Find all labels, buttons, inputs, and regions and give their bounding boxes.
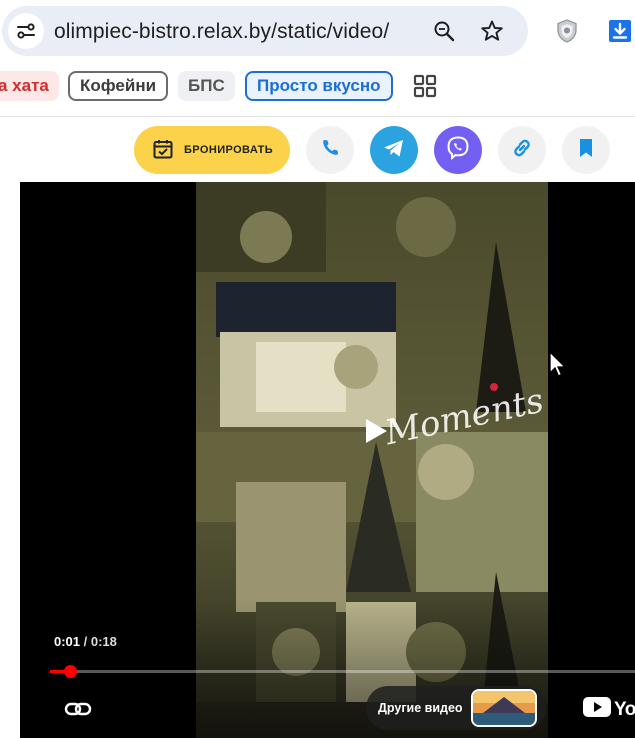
address-bar[interactable]: olimpiec-bistro.relax.by/static/video/	[2, 6, 528, 56]
more-videos-button[interactable]: Другие видео	[366, 686, 546, 730]
bookmarks-bar: а хата Кофейни БПС Просто вкусно	[0, 62, 635, 112]
shield-extension-icon[interactable]	[553, 17, 581, 45]
mouse-cursor-icon	[549, 350, 567, 379]
duration: 0:18	[90, 634, 117, 649]
telegram-button[interactable]	[370, 126, 418, 174]
url-text[interactable]: olimpiec-bistro.relax.by/static/video/	[54, 20, 389, 44]
book-button-label: БРОНИРОВАТЬ	[184, 144, 274, 156]
apps-grid-icon[interactable]	[412, 73, 438, 99]
phone-icon	[319, 137, 341, 164]
link-icon	[511, 137, 533, 164]
download-icon[interactable]	[606, 17, 634, 45]
telegram-icon	[381, 135, 407, 166]
viber-icon	[444, 134, 472, 167]
phone-button[interactable]	[306, 126, 354, 174]
progress-scrubber[interactable]	[64, 665, 77, 678]
time-separator: /	[80, 634, 91, 649]
copy-link-icon[interactable]	[64, 698, 92, 720]
more-videos-thumbnail	[470, 689, 537, 727]
bookmark-chip-prosto-vkusno[interactable]: Просто вкусно	[245, 71, 393, 101]
calendar-check-icon	[152, 138, 174, 163]
browser-toolbar: olimpiec-bistro.relax.by/static/video/	[0, 0, 635, 62]
bookmark-chip-khata[interactable]: а хата	[0, 71, 59, 101]
youtube-logo[interactable]: You	[583, 697, 635, 722]
star-icon[interactable]	[480, 19, 504, 43]
more-videos-label: Другие видео	[378, 701, 463, 715]
progress-bar[interactable]	[50, 670, 635, 673]
action-toolbar: БРОНИРОВАТЬ	[0, 117, 635, 181]
link-button[interactable]	[498, 126, 546, 174]
video-player[interactable]: Moments 0:01 / 0:18 Другие видео Yo	[20, 182, 635, 738]
bookmark-chip-coffee[interactable]: Кофейни	[68, 71, 169, 101]
site-info-icon[interactable]	[8, 13, 44, 49]
youtube-wordmark: You	[614, 698, 635, 720]
time-display: 0:01 / 0:18	[54, 634, 117, 649]
zoom-icon[interactable]	[432, 19, 456, 43]
bookmark-save-button[interactable]	[562, 126, 610, 174]
viber-button[interactable]	[434, 126, 482, 174]
current-time: 0:01	[54, 634, 81, 649]
bookmark-icon	[577, 137, 595, 164]
book-button[interactable]: БРОНИРОВАТЬ	[134, 126, 290, 174]
youtube-icon	[583, 697, 611, 722]
play-icon[interactable]	[360, 416, 390, 446]
bookmark-chip-bps[interactable]: БПС	[178, 71, 235, 101]
